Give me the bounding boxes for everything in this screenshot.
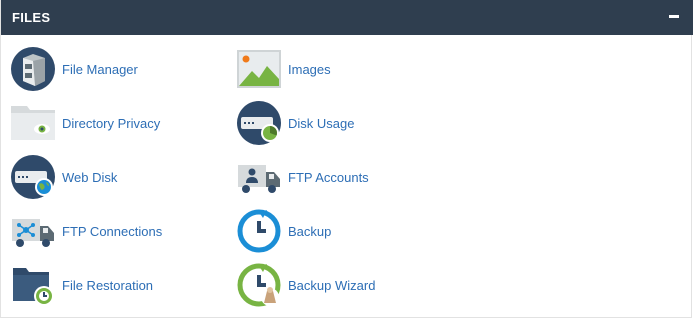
backup-wizard-icon: [237, 263, 281, 307]
ftp-connections-label: FTP Connections: [62, 223, 163, 239]
drive-globe-icon: [11, 155, 55, 199]
backup-label: Backup: [288, 223, 332, 239]
image-icon: [237, 50, 281, 88]
collapse-button[interactable]: [669, 13, 681, 19]
truck-user-icon: [238, 165, 280, 193]
files-panel: FILES File Manager Images Directory Priv…: [0, 0, 693, 318]
disk-usage-link[interactable]: Disk Usage: [237, 101, 354, 145]
file-restoration-link[interactable]: File Restoration: [11, 263, 153, 307]
file-cabinet-icon: [11, 47, 55, 91]
panel-header: FILES: [1, 0, 693, 35]
minus-icon: [669, 15, 679, 18]
ftp-accounts-link[interactable]: FTP Accounts: [237, 155, 369, 199]
truck-network-icon: [12, 219, 54, 247]
file-manager-link[interactable]: File Manager: [11, 47, 138, 91]
backup-link[interactable]: Backup: [237, 209, 331, 253]
file-restoration-label: File Restoration: [62, 277, 154, 293]
panel-title: FILES: [12, 10, 51, 25]
ftp-connections-link[interactable]: FTP Connections: [11, 209, 162, 253]
backup-clock-icon: [237, 209, 281, 253]
disk-usage-label: Disk Usage: [288, 115, 355, 131]
file-manager-label: File Manager: [62, 61, 138, 77]
images-label: Images: [288, 61, 331, 77]
ftp-accounts-label: FTP Accounts: [288, 169, 369, 185]
folder-eye-icon: [11, 106, 55, 140]
backup-wizard-label: Backup Wizard: [288, 277, 376, 293]
disk-pie-icon: [237, 101, 281, 145]
directory-privacy-label: Directory Privacy: [62, 115, 161, 131]
directory-privacy-link[interactable]: Directory Privacy: [11, 101, 160, 145]
web-disk-link[interactable]: Web Disk: [11, 155, 117, 199]
backup-wizard-link[interactable]: Backup Wizard: [237, 263, 375, 307]
web-disk-label: Web Disk: [62, 169, 118, 185]
folder-restore-icon: [13, 268, 54, 306]
images-link[interactable]: Images: [237, 47, 331, 91]
